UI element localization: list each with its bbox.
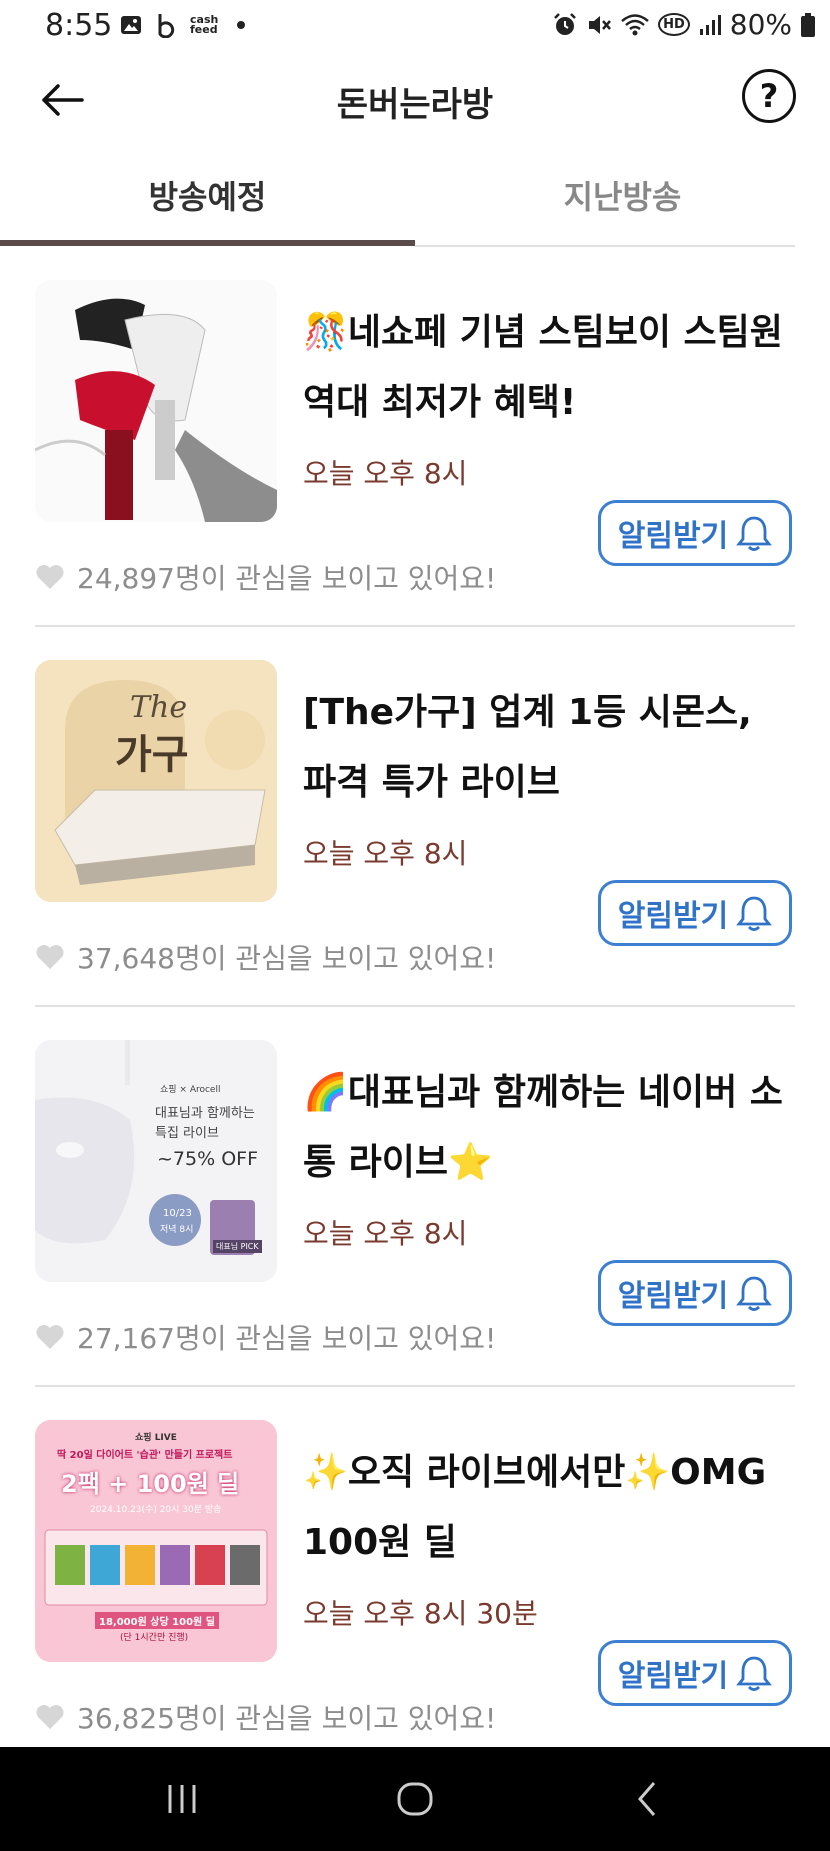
interest-count: 24,897명이 관심을 보이고 있어요! bbox=[35, 557, 496, 597]
notify-button-label: 알림받기 bbox=[617, 1659, 729, 1694]
mask-pick-badge: 대표님 PICK bbox=[213, 1240, 262, 1253]
b-app-icon bbox=[154, 12, 180, 38]
broadcast-title[interactable]: ✨오직 라이브에서만✨OMG 100원 딜 bbox=[303, 1438, 793, 1578]
system-nav-bar bbox=[0, 1747, 830, 1851]
product-thumbnail-steamer[interactable] bbox=[35, 280, 277, 522]
mask-discount-text: ~75% OFF bbox=[157, 1148, 259, 1170]
interest-count: 37,648명이 관심을 보이고 있어요! bbox=[35, 937, 496, 977]
cashfeed-icon: cash feed bbox=[190, 13, 219, 36]
notify-button-label: 알림받기 bbox=[617, 899, 729, 934]
interest-text: 24,897명이 관심을 보이고 있어요! bbox=[77, 562, 497, 595]
omg-line1-text: 딱 20일 다이어트 '습관' 만들기 프로젝트 bbox=[57, 1450, 233, 1461]
broadcast-time: 오늘 오후 8시 30분 bbox=[303, 1597, 538, 1630]
battery-percent: 80% bbox=[729, 8, 792, 41]
wifi-icon bbox=[621, 13, 649, 35]
tab-divider bbox=[415, 245, 795, 247]
status-icons-right: HD 80% bbox=[552, 8, 816, 41]
tab-upcoming[interactable]: 방송예정 bbox=[0, 172, 415, 218]
nav-back-button[interactable] bbox=[628, 1779, 668, 1819]
recent-apps-button[interactable] bbox=[162, 1779, 202, 1819]
home-icon bbox=[397, 1782, 433, 1816]
mask-brand-text: 쇼핑 × Arocell bbox=[160, 1085, 221, 1095]
status-icons-left: cash feed bbox=[118, 12, 254, 38]
broadcast-item[interactable]: 🎊네쇼페 기념 스팀보이 스팀원 역대 최저가 혜택! 오늘 오후 8시 알림받… bbox=[35, 280, 795, 658]
furniture-logo-ga: 가구 bbox=[115, 732, 189, 778]
broadcast-item[interactable]: The 가구 [The가구] 업계 1등 시몬스, 파격 특가 라이브 오늘 오… bbox=[35, 660, 795, 1038]
heart-icon[interactable] bbox=[35, 563, 65, 591]
interest-text: 37,648명이 관심을 보이고 있어요! bbox=[77, 942, 497, 975]
hd-icon: HD bbox=[658, 13, 690, 36]
alarm-icon bbox=[554, 12, 576, 35]
heart-icon[interactable] bbox=[35, 943, 65, 971]
tab-bar: 방송예정 지난방송 bbox=[0, 150, 830, 250]
bell-icon bbox=[736, 516, 773, 551]
tab-active-indicator bbox=[0, 240, 415, 246]
notify-button[interactable]: 알림받기 bbox=[598, 880, 792, 946]
chevron-left-icon bbox=[638, 1782, 656, 1816]
gallery-icon bbox=[118, 12, 144, 38]
status-bar: 8:55 cash feed HD 80% bbox=[0, 0, 830, 55]
page-title: 돈버는라방 bbox=[336, 85, 494, 125]
broadcast-time: 오늘 오후 8시 bbox=[303, 457, 468, 490]
notify-button-label: 알림받기 bbox=[617, 1279, 729, 1314]
broadcast-item[interactable]: 쇼핑 LIVE 딱 20일 다이어트 '습관' 만들기 프로젝트 2팩 + 10… bbox=[35, 1420, 795, 1747]
heart-icon[interactable] bbox=[35, 1703, 65, 1731]
omg-note-text: (단 1시간만 진행) bbox=[120, 1633, 189, 1643]
mask-date2-text: 저녁 8시 bbox=[160, 1225, 194, 1235]
omg-main-text: 2팩 + 100원 딜 bbox=[61, 1470, 240, 1498]
product-thumbnail-omg[interactable]: 쇼핑 LIVE 딱 20일 다이어트 '습관' 만들기 프로젝트 2팩 + 10… bbox=[35, 1420, 277, 1662]
broadcast-item[interactable]: 쇼핑 × Arocell 대표님과 함께하는 특집 라이브 ~75% OFF 1… bbox=[35, 1040, 795, 1418]
omg-price-text: 18,000원 상당 100원 딜 bbox=[95, 1612, 219, 1629]
signal-icon bbox=[699, 14, 721, 35]
app-header: 돈버는라방 ? bbox=[0, 55, 830, 145]
broadcast-title[interactable]: [The가구] 업계 1등 시몬스, 파격 특가 라이브 bbox=[303, 678, 793, 818]
mute-icon bbox=[589, 15, 612, 34]
furniture-logo-the: The bbox=[130, 690, 188, 725]
broadcast-title[interactable]: 🌈대표님과 함께하는 네이버 소통 라이브⭐ bbox=[303, 1058, 793, 1198]
notification-dot-icon bbox=[228, 12, 254, 38]
product-thumbnail-mask[interactable]: 쇼핑 × Arocell 대표님과 함께하는 특집 라이브 ~75% OFF 1… bbox=[35, 1040, 277, 1282]
interest-count: 36,825명이 관심을 보이고 있어요! bbox=[35, 1697, 496, 1737]
product-thumbnail-mattress[interactable]: The 가구 bbox=[35, 660, 277, 902]
mask-line1-text: 대표님과 함께하는 bbox=[155, 1106, 255, 1121]
interest-count: 27,167명이 관심을 보이고 있어요! bbox=[35, 1317, 496, 1357]
notify-button[interactable]: 알림받기 bbox=[598, 1640, 792, 1706]
interest-text: 36,825명이 관심을 보이고 있어요! bbox=[77, 1702, 497, 1735]
notify-button[interactable]: 알림받기 bbox=[598, 1260, 792, 1326]
battery-icon bbox=[801, 12, 815, 37]
item-divider bbox=[35, 1005, 795, 1007]
mask-date-text: 10/23 bbox=[163, 1208, 192, 1219]
bell-icon bbox=[736, 896, 773, 931]
omg-brand-text: 쇼핑 LIVE bbox=[135, 1433, 177, 1443]
omg-date-text: 2024.10.23(수) 20시 30분 방송 bbox=[90, 1505, 222, 1515]
item-divider bbox=[35, 1385, 795, 1387]
interest-text: 27,167명이 관심을 보이고 있어요! bbox=[77, 1322, 497, 1355]
heart-icon[interactable] bbox=[35, 1323, 65, 1351]
item-divider bbox=[35, 625, 795, 627]
broadcast-time: 오늘 오후 8시 bbox=[303, 1217, 468, 1250]
help-button[interactable]: ? bbox=[742, 69, 796, 123]
broadcast-title[interactable]: 🎊네쇼페 기념 스팀보이 스팀원 역대 최저가 혜택! bbox=[303, 298, 793, 438]
status-time: 8:55 bbox=[45, 8, 113, 43]
notify-button[interactable]: 알림받기 bbox=[598, 500, 792, 566]
bell-icon bbox=[736, 1276, 773, 1311]
tab-past[interactable]: 지난방송 bbox=[415, 172, 830, 218]
recent-apps-icon bbox=[168, 1785, 196, 1813]
mask-line2-text: 특집 라이브 bbox=[155, 1126, 219, 1141]
broadcast-time: 오늘 오후 8시 bbox=[303, 837, 468, 870]
bell-icon bbox=[736, 1656, 773, 1691]
home-button[interactable] bbox=[395, 1779, 435, 1819]
notify-button-label: 알림받기 bbox=[617, 519, 729, 554]
question-icon: ? bbox=[759, 77, 779, 115]
